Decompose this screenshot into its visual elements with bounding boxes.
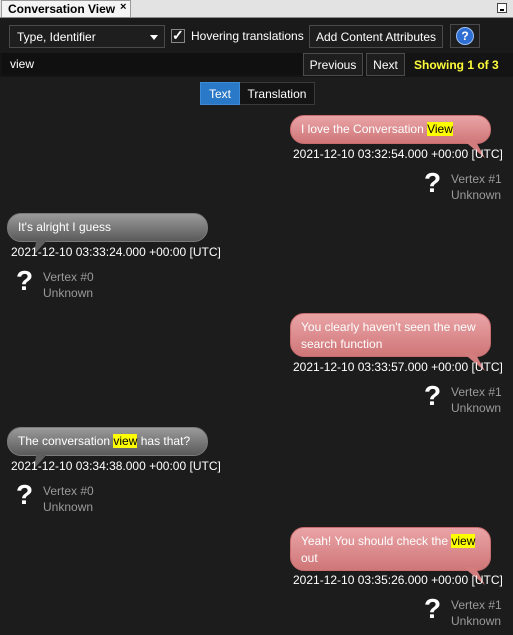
vertex-type: Unknown (43, 500, 94, 514)
vertex-label: Vertex #0 (43, 270, 94, 284)
search-highlight: View (427, 122, 453, 136)
unknown-type-icon: ? (16, 479, 34, 510)
vertex-label: Vertex #1 (451, 385, 502, 399)
message-timestamp: 2021-12-10 03:34:38.000 +00:00 [UTC] (11, 459, 221, 473)
message-text: Yeah! You should check the (301, 534, 452, 548)
unknown-type-icon: ? (424, 380, 442, 411)
vertex-type: Unknown (451, 188, 502, 202)
search-status: Showing 1 of 3 (414, 58, 499, 72)
message-text: You clearly haven't seen the new search … (301, 320, 476, 351)
minimize-icon[interactable] (497, 3, 507, 13)
tab-text[interactable]: Text (200, 82, 240, 105)
message-text: has that? (137, 434, 191, 448)
message-timestamp: 2021-12-10 03:33:24.000 +00:00 [UTC] (11, 245, 221, 259)
vertex-label: Vertex #1 (451, 172, 502, 186)
add-content-attributes-button[interactable]: Add Content Attributes (309, 25, 443, 48)
unknown-type-icon: ? (424, 593, 442, 624)
hover-translations-checkbox[interactable]: ✓ (171, 27, 185, 43)
search-highlight: view (451, 534, 476, 548)
tab-conversation-view[interactable]: Conversation View × (1, 0, 131, 17)
message-text: I love the Conversation (301, 122, 428, 136)
tab-translation[interactable]: Translation (240, 82, 315, 105)
sender-vertex[interactable]: Vertex #1 Unknown (451, 597, 502, 629)
search-highlight: view (113, 434, 138, 448)
vertex-label: Vertex #0 (43, 484, 94, 498)
message-timestamp: 2021-12-10 03:32:54.000 +00:00 [UTC] (293, 147, 503, 161)
sender-vertex[interactable]: Vertex #0 Unknown (43, 269, 94, 301)
tab-bar: Conversation View × (0, 0, 513, 18)
vertex-type: Unknown (451, 614, 502, 628)
unknown-type-icon: ? (16, 265, 34, 296)
help-icon: ? (456, 27, 474, 45)
unknown-type-icon: ? (424, 167, 442, 198)
tab-title: Conversation View (8, 2, 116, 16)
message-bubble[interactable]: You clearly haven't seen the new search … (290, 313, 491, 357)
search-row: Previous Next Showing 1 of 3 (0, 53, 513, 77)
sender-vertex[interactable]: Vertex #1 Unknown (451, 171, 502, 203)
message-bubble[interactable]: I love the Conversation View (290, 115, 491, 144)
checkmark-icon: ✓ (172, 27, 184, 43)
dropdown-value: Type, Identifier (17, 30, 96, 44)
label-type-dropdown[interactable]: Type, Identifier (9, 25, 165, 48)
vertex-type: Unknown (43, 286, 94, 300)
help-button[interactable]: ? (450, 24, 480, 48)
chevron-down-icon (150, 35, 158, 40)
message-text: The conversation (18, 434, 114, 448)
message-text: It's alright I guess (18, 220, 111, 234)
previous-button[interactable]: Previous (303, 53, 363, 76)
hover-translations-label[interactable]: Hovering translations (191, 29, 304, 43)
vertex-type: Unknown (451, 401, 502, 415)
search-input[interactable] (2, 53, 302, 75)
sender-vertex[interactable]: Vertex #0 Unknown (43, 483, 94, 515)
vertex-label: Vertex #1 (451, 598, 502, 612)
message-bubble[interactable]: Yeah! You should check the view out (290, 527, 491, 571)
message-timestamp: 2021-12-10 03:33:57.000 +00:00 [UTC] (293, 360, 503, 374)
sender-vertex[interactable]: Vertex #1 Unknown (451, 384, 502, 416)
next-button[interactable]: Next (366, 53, 405, 76)
message-timestamp: 2021-12-10 03:35:26.000 +00:00 [UTC] (293, 573, 503, 587)
message-text: out (301, 551, 318, 565)
close-icon[interactable]: × (120, 1, 126, 13)
toolbar: Type, Identifier ✓ Hovering translations… (0, 18, 513, 53)
